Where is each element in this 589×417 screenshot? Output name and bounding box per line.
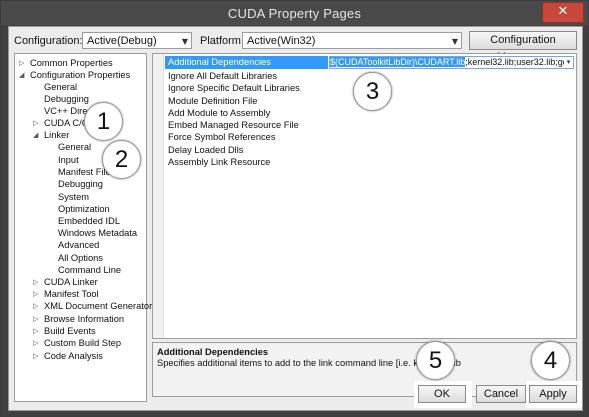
tree-item-label: XML Document Generator (44, 301, 153, 311)
tree-item-label: Build Events (44, 326, 96, 336)
platform-value: Active(Win32) (247, 35, 316, 47)
close-icon: ✕ (557, 4, 569, 19)
tree-item-label: CUDA C/C (44, 118, 89, 128)
expand-arrow-icon[interactable]: ▷ (33, 325, 43, 337)
ok-button[interactable]: OK (418, 385, 466, 403)
property-module-definition-file[interactable]: Module Definition File (168, 95, 257, 107)
property-force-symbol-references[interactable]: Force Symbol References (168, 131, 275, 143)
tree-item-label: Custom Build Step (44, 338, 121, 348)
expand-arrow-icon[interactable]: ▷ (33, 117, 43, 129)
callout-marker-1: 1 (84, 102, 123, 141)
collapse-arrow-icon[interactable]: ◢ (19, 69, 29, 81)
callout-marker-5: 5 (416, 341, 455, 380)
chevron-down-icon: ▼ (181, 37, 188, 46)
expand-arrow-icon[interactable]: ▷ (19, 57, 29, 69)
expand-arrow-icon[interactable]: ▷ (33, 337, 43, 349)
tree-item-optimization[interactable]: Optimization (58, 203, 110, 215)
expand-arrow-icon[interactable]: ▷ (33, 300, 43, 312)
tree-item-label: Configuration Properties (30, 70, 131, 80)
chevron-down-icon: ▼ (451, 37, 458, 46)
collapse-arrow-icon[interactable]: ◢ (33, 129, 43, 141)
tree-item-label: Common Properties (30, 58, 113, 68)
configuration-toolbar: Configuration: Active(Debug) ▼ Platform:… (9, 27, 582, 63)
tree-item-general[interactable]: General (44, 81, 77, 93)
tree-item-input[interactable]: Input (58, 154, 79, 166)
property-delay-loaded-dlls[interactable]: Delay Loaded Dlls (168, 144, 243, 156)
apply-button[interactable]: Apply (529, 385, 577, 403)
tree-item-system[interactable]: System (58, 191, 89, 203)
property-ignore-all-default-libraries[interactable]: Ignore All Default Libraries (168, 70, 277, 82)
callout-marker-3: 3 (353, 72, 392, 111)
platform-select[interactable]: Active(Win32) ▼ (242, 32, 462, 49)
tree-item-linker-debugging[interactable]: Debugging (58, 178, 103, 190)
expand-arrow-icon[interactable]: ▷ (33, 313, 43, 325)
callout-marker-2: 2 (102, 140, 141, 179)
close-button[interactable]: ✕ (542, 2, 584, 23)
property-pages-window: CUDA Property Pages ✕ Configuration: Act… (0, 0, 589, 417)
platform-label: Platform: (200, 35, 245, 47)
tree-item-embedded-idl[interactable]: Embedded IDL (58, 215, 120, 227)
cancel-button[interactable]: Cancel (476, 385, 526, 403)
window-title: CUDA Property Pages (227, 6, 362, 21)
tree-item-label: Code Analysis (44, 351, 103, 361)
configuration-manager-button[interactable]: Configuration Manager... (469, 31, 577, 63)
expand-arrow-icon[interactable]: ▷ (33, 276, 43, 288)
tree-item-command-line[interactable]: Command Line (58, 264, 121, 276)
tree-item-label: CUDA Linker (44, 277, 98, 287)
property-assembly-link-resource[interactable]: Assembly Link Resource (168, 156, 270, 168)
tree-item-label: Manifest Tool (44, 289, 99, 299)
property-embed-managed-resource-file[interactable]: Embed Managed Resource File (168, 119, 299, 131)
tree-item-debugging[interactable]: Debugging (44, 93, 89, 105)
expand-arrow-icon[interactable]: ▷ (33, 288, 43, 300)
tree-item-all-options[interactable]: All Options (58, 252, 103, 264)
value-selected-text: $(CUDAToolkitLibDir)\CUDART.lib (330, 57, 466, 67)
description-title: Additional Dependencies (157, 347, 269, 357)
property-tree[interactable]: ▷ Common Properties ◢ Configuration Proper… (14, 53, 152, 402)
value-rest-text: ;kernel32.lib;user32.lib;gdi3 (465, 57, 574, 67)
tree-item-advanced[interactable]: Advanced (58, 239, 99, 251)
expand-arrow-icon[interactable]: ▷ (33, 350, 43, 362)
configuration-select[interactable]: Active(Debug) ▼ (82, 32, 192, 49)
title-bar[interactable]: CUDA Property Pages ✕ (1, 1, 588, 25)
configuration-label: Configuration: (14, 35, 83, 47)
tree-item-label: Linker (44, 130, 70, 140)
property-additional-dependencies[interactable]: Additional Dependencies (165, 56, 328, 69)
dialog-client-area: Configuration: Active(Debug) ▼ Platform:… (8, 26, 583, 411)
property-ignore-specific-default-libraries[interactable]: Ignore Specific Default Libraries (168, 82, 300, 94)
grid-gutter (153, 54, 164, 338)
configuration-value: Active(Debug) (87, 35, 157, 47)
additional-dependencies-value[interactable]: $(CUDAToolkitLibDir)\CUDART.lib;kernel32… (329, 56, 574, 69)
tree-item-label: Browse Information (44, 314, 125, 324)
tree-item-manifest-file[interactable]: Manifest File (58, 166, 111, 178)
chevron-down-icon[interactable]: ▾ (564, 57, 573, 68)
tree-item-linker-general[interactable]: General (58, 141, 91, 153)
callout-marker-4: 4 (531, 341, 570, 380)
tree-item-windows-metadata[interactable]: Windows Metadata (58, 227, 137, 239)
property-add-module-to-assembly[interactable]: Add Module to Assembly (168, 107, 270, 119)
